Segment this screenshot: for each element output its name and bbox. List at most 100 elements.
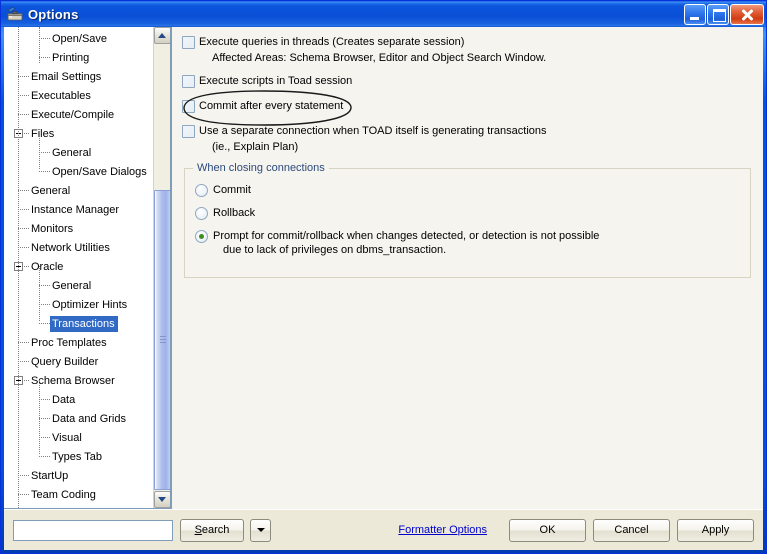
cancel-button[interactable]: Cancel: [593, 519, 670, 542]
scrollbar-thumb[interactable]: [154, 190, 171, 490]
apply-button[interactable]: Apply: [677, 519, 754, 542]
sidebar-item-general[interactable]: General: [4, 143, 152, 162]
radio-commit[interactable]: [195, 184, 208, 197]
sidebar-item-label: Proc Templates: [29, 335, 110, 351]
sidebar-item-toolbars-menus[interactable]: Toolbars/Menus: [4, 504, 152, 508]
tree-connector-line: [18, 361, 29, 362]
checkbox-commit-after-every-statement[interactable]: [182, 100, 195, 113]
options-dialog-window: Options Open/SavePrintingEmail SettingsE…: [0, 0, 767, 554]
radio-prompt-for-commit-rollback[interactable]: [195, 230, 208, 243]
sidebar-item-network-utilities[interactable]: Network Utilities: [4, 238, 152, 257]
chevron-down-icon: [257, 528, 265, 532]
tree-connector-line: [39, 171, 50, 172]
tree-connector-line: [18, 247, 29, 248]
sidebar-item-email-settings[interactable]: Email Settings: [4, 67, 152, 86]
sidebar-item-query-builder[interactable]: Query Builder: [4, 352, 152, 371]
radio-row-commit[interactable]: Commit: [195, 183, 740, 197]
tree-connector-line: [39, 304, 50, 305]
sidebar-item-label: Team Coding: [29, 487, 99, 503]
sidebar-item-label: Network Utilities: [29, 240, 113, 256]
sidebar-item-label: Toolbars/Menus: [29, 506, 112, 509]
checkbox-use-separate-connection[interactable]: [182, 125, 195, 138]
sidebar-item-label: Monitors: [29, 221, 76, 237]
sidebar-item-oracle[interactable]: Oracle: [4, 257, 152, 276]
radio-label-commit: Commit: [213, 183, 251, 197]
sidebar-item-printing[interactable]: Printing: [4, 48, 152, 67]
sidebar-item-general[interactable]: General: [4, 181, 152, 200]
search-input[interactable]: [13, 520, 173, 541]
sidebar-item-label: StartUp: [29, 468, 71, 484]
checkbox-row-commit-after-every-statement[interactable]: Commit after every statement: [182, 99, 753, 113]
spacer: [182, 115, 753, 124]
toolbox-icon: [6, 5, 24, 23]
sidebar-item-optimizer-hints[interactable]: Optimizer Hints: [4, 295, 152, 314]
checkbox-label-execute-queries-in-threads: Execute queries in threads (Creates sepa…: [199, 35, 464, 49]
sidebar-item-data-and-grids[interactable]: Data and Grids: [4, 409, 152, 428]
sidebar-item-instance-manager[interactable]: Instance Manager: [4, 200, 152, 219]
sidebar-item-label: Executables: [29, 88, 94, 104]
checkbox-row-use-separate-connection[interactable]: Use a separate connection when TOAD itse…: [182, 124, 753, 138]
options-category-tree[interactable]: Open/SavePrintingEmail Settings Executabl…: [4, 27, 152, 508]
radio-row-rollback[interactable]: Rollback: [195, 206, 740, 220]
sidebar-item-executables[interactable]: Executables: [4, 86, 152, 105]
formatter-options-link[interactable]: Formatter Options: [398, 524, 487, 536]
sidebar-item-execute-compile[interactable]: Execute/Compile: [4, 105, 152, 124]
scroll-up-arrow-icon[interactable]: [154, 27, 171, 44]
dialog-upper-area: Open/SavePrintingEmail Settings Executabl…: [4, 27, 763, 509]
maximize-button[interactable]: [707, 4, 729, 25]
tree-connector-line: [18, 76, 29, 77]
close-button[interactable]: [730, 4, 764, 25]
sidebar-item-files[interactable]: Files: [4, 124, 152, 143]
ok-button[interactable]: OK: [509, 519, 586, 542]
sidebar-item-label: Execute/Compile: [29, 107, 117, 123]
sidebar-item-label: General: [29, 183, 73, 199]
sidebar-item-label: Visual: [50, 430, 85, 446]
sidebar-item-transactions[interactable]: Transactions: [4, 314, 152, 333]
checkbox-label-commit-after-every-statement: Commit after every statement: [199, 99, 343, 113]
radio-row-prompt-for-commit-rollback[interactable]: Prompt for commit/rollback when changes …: [195, 229, 740, 257]
group-title-when-closing-connections: When closing connections: [193, 162, 329, 174]
checkbox-row-execute-scripts-in-toad-session[interactable]: Execute scripts in Toad session: [182, 74, 753, 88]
search-options-dropdown-button[interactable]: [250, 519, 271, 542]
sidebar-item-proc-templates[interactable]: Proc Templates: [4, 333, 152, 352]
tree-connector-line: [18, 228, 29, 229]
sidebar-item-general[interactable]: General: [4, 276, 152, 295]
sidebar-item-label: Open/Save: [50, 31, 110, 47]
scrollbar-grip-icon: [160, 336, 166, 344]
sidebar-item-label: Query Builder: [29, 354, 101, 370]
sidebar-item-data[interactable]: Data: [4, 390, 152, 409]
checkbox-execute-scripts-in-toad-session[interactable]: [182, 75, 195, 88]
sidebar-item-schema-browser[interactable]: Schema Browser: [4, 371, 152, 390]
sidebar-item-label: General: [50, 278, 94, 294]
tree-guide-line: [39, 27, 40, 63]
scroll-down-arrow-icon[interactable]: [154, 491, 171, 508]
search-button-rest: earch: [202, 524, 230, 536]
sidebar-item-open-save-dialogs[interactable]: Open/Save Dialogs: [4, 162, 152, 181]
sidebar-item-team-coding[interactable]: Team Coding: [4, 485, 152, 504]
sidebar-item-label: Data and Grids: [50, 411, 129, 427]
sidebar-item-label: Open/Save Dialogs: [50, 164, 150, 180]
sidebar-item-visual[interactable]: Visual: [4, 428, 152, 447]
note-explain-plan: (ie., Explain Plan): [212, 140, 753, 154]
radio-label-prompt-for-commit-rollback: Prompt for commit/rollback when changes …: [213, 229, 599, 257]
checkbox-execute-queries-in-threads[interactable]: [182, 36, 195, 49]
sidebar-item-open-save[interactable]: Open/Save: [4, 29, 152, 48]
tree-connector-line: [18, 475, 29, 476]
sidebar-item-label: Files: [29, 126, 57, 142]
sidebar-item-monitors[interactable]: Monitors: [4, 219, 152, 238]
checkbox-row-execute-queries-in-threads[interactable]: Execute queries in threads (Creates sepa…: [182, 35, 753, 49]
sidebar-item-label: General: [50, 145, 94, 161]
tree-scrollbar[interactable]: [153, 27, 170, 508]
radio-label-line1: Prompt for commit/rollback when changes …: [213, 230, 599, 242]
radio-rollback[interactable]: [195, 207, 208, 220]
tree-connector-line: [39, 437, 50, 438]
search-button[interactable]: Search: [180, 519, 244, 542]
sidebar-item-startup[interactable]: StartUp: [4, 466, 152, 485]
sidebar-item-label: Transactions: [50, 316, 118, 332]
sidebar-item-label: Optimizer Hints: [50, 297, 130, 313]
tree-guide-line: [18, 27, 19, 508]
sidebar-item-types-tab[interactable]: Types Tab: [4, 447, 152, 466]
minimize-button[interactable]: [684, 4, 706, 25]
sidebar-item-label: Oracle: [29, 259, 66, 275]
tree-connector-line: [39, 152, 50, 153]
